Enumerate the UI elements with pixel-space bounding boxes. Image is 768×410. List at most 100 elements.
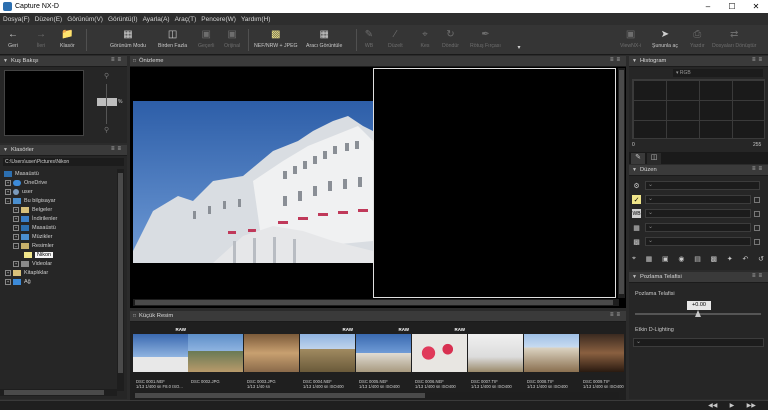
straighten-button[interactable]: ∕ Düzelt: [388, 27, 403, 53]
viewnx-button[interactable]: ▣ ViewNX-i: [620, 27, 641, 53]
tree-item-documents[interactable]: + Belgeler: [13, 205, 52, 214]
collapse-icon[interactable]: ▼: [632, 58, 637, 64]
thumbnail-item[interactable]: RAW DSC 0001.NEF 1/13 1/400 sn F8.0 ISO.…: [133, 326, 188, 389]
format-button[interactable]: ▩ NEF/NRW + JPEG: [254, 27, 298, 53]
lens-tool-icon[interactable]: ◉: [678, 255, 684, 266]
tree-item-network[interactable]: + Ağ: [5, 277, 31, 286]
forward-button[interactable]: → İleri: [34, 27, 48, 53]
panel-menu-icon[interactable]: ≡≡: [752, 273, 765, 279]
close-button[interactable]: ✕: [744, 0, 768, 13]
settings-dropdown[interactable]: ⌄: [645, 181, 760, 190]
wb-dropdown[interactable]: ⌄: [645, 209, 751, 218]
crop-tool-icon[interactable]: ⌖: [632, 255, 636, 266]
tree-item-desktop-2[interactable]: + Masaüstü: [13, 223, 56, 232]
expand-icon[interactable]: +: [5, 269, 11, 276]
maximize-button[interactable]: ☐: [720, 0, 744, 13]
tree-item-music[interactable]: + Müzikler: [13, 232, 52, 241]
collapse-icon[interactable]: ▼: [3, 58, 8, 64]
viewer-hscrollbar[interactable]: [133, 299, 619, 306]
crop-button[interactable]: ⌖ Kes: [418, 27, 432, 53]
exposure-slider[interactable]: [635, 310, 761, 317]
grid-tool-icon[interactable]: ▦: [646, 255, 653, 266]
thumbnail-item[interactable]: RAW DSC 0005.NEF 1/13 1/400 sn ISO400: [356, 326, 411, 389]
rotate-button[interactable]: ↻ Döndür: [442, 27, 459, 53]
folders-scrollbar[interactable]: [117, 169, 124, 391]
thumbnail-item[interactable]: DSC 0007.TIF 1/13 1/400 sn ISO400: [468, 326, 523, 389]
camera-dropdown[interactable]: ⌄: [645, 237, 751, 246]
tone-dropdown[interactable]: ⌄: [645, 223, 751, 232]
panel-menu-icon[interactable]: ≡≡: [111, 57, 124, 63]
thumbnail-item[interactable]: DSC 0003.JPG 1/13 1/40 sn: [244, 326, 299, 389]
original-button[interactable]: ▣ Orijinal: [224, 27, 240, 53]
menu-window[interactable]: Pencere(W): [201, 16, 236, 23]
folder-button[interactable]: 📁 Klasör: [60, 27, 75, 53]
expand-icon[interactable]: +: [5, 179, 11, 186]
zoom-field[interactable]: [97, 98, 117, 106]
tab-edit[interactable]: ✎: [631, 153, 645, 164]
collapse-icon[interactable]: □: [133, 313, 136, 319]
navigator-preview[interactable]: [4, 70, 84, 136]
panel-menu-icon[interactable]: ≡≡: [752, 166, 765, 172]
tree-item-onedrive[interactable]: + OneDrive: [5, 178, 47, 187]
histogram-channel-select[interactable]: ▾ RGB: [673, 69, 763, 77]
menu-help[interactable]: Yardım(H): [241, 16, 271, 23]
back-button[interactable]: ← Geri: [6, 27, 20, 53]
picture-control-dropdown[interactable]: ⌄: [645, 195, 751, 204]
perspective-tool-icon[interactable]: ▣: [662, 255, 669, 266]
expand-icon[interactable]: +: [13, 260, 19, 267]
tree-item-pictures[interactable]: – Resimler: [13, 241, 54, 250]
adjust-row-settings[interactable]: ⚙ ⌄: [632, 180, 760, 191]
adjust-row-picture-control[interactable]: ✓ ⌄: [632, 194, 760, 205]
wb-checkbox[interactable]: [754, 210, 760, 217]
zoom-in-icon[interactable]: ⚲: [104, 72, 109, 80]
viewer-vscrollbar[interactable]: [618, 68, 625, 298]
menu-file[interactable]: Dosya(F): [3, 16, 30, 23]
panel-menu-icon[interactable]: ≡≡: [111, 146, 124, 152]
tree-item-downloads[interactable]: + İndirilenler: [13, 214, 57, 223]
panel-menu-icon[interactable]: ≡≡: [610, 312, 623, 318]
print-button[interactable]: ⎙ Yazdır: [690, 27, 705, 53]
filter-tool-icon[interactable]: ▤: [694, 255, 701, 266]
tree-item-videos[interactable]: + Videolar: [13, 259, 52, 268]
open-with-button[interactable]: ➤ Şununla aç: [652, 27, 678, 53]
folder-path-field[interactable]: C:\Users\user\Pictures\Nikon: [3, 158, 124, 166]
thumbnail-item[interactable]: RAW DSC 0006.NEF 1/13 1/400 sn ISO400: [412, 326, 467, 389]
collapse-icon[interactable]: ▼: [632, 274, 637, 280]
camera-checkbox[interactable]: [754, 238, 760, 245]
convert-files-button[interactable]: ⇄ Dosyaları Dönüştür: [712, 27, 756, 53]
panel-menu-icon[interactable]: ≡≡: [610, 57, 623, 63]
current-button[interactable]: ▣ Geçerli: [198, 27, 214, 53]
menu-adjust[interactable]: Ayarla(A): [143, 16, 170, 23]
collapse-tree-icon[interactable]: –: [13, 242, 19, 249]
undo-icon[interactable]: ↶: [742, 255, 748, 266]
minimize-button[interactable]: –: [696, 0, 720, 13]
wand-tool-icon[interactable]: ✦: [727, 255, 733, 266]
collapse-tree-icon[interactable]: –: [5, 197, 11, 204]
menu-image[interactable]: Görüntü(I): [108, 16, 138, 23]
zoom-slider[interactable]: [106, 84, 107, 124]
menu-edit[interactable]: Düzen(E): [35, 16, 62, 23]
play-icon[interactable]: ▶: [730, 402, 735, 410]
exposure-value-field[interactable]: +0.00: [687, 301, 711, 310]
thumbnail-item[interactable]: DSC 0009.TIF 1/13 1/400 sn ISO400: [580, 326, 624, 389]
expand-icon[interactable]: +: [13, 206, 19, 213]
expand-icon[interactable]: +: [13, 233, 19, 240]
expand-icon[interactable]: +: [13, 224, 19, 231]
panel-menu-icon[interactable]: ≡≡: [752, 57, 765, 63]
view-mode-button[interactable]: ▦ Görünüm Modu: [110, 27, 146, 53]
adjust-row-camera[interactable]: ▩ ⌄: [632, 236, 760, 247]
expand-icon[interactable]: +: [5, 278, 11, 285]
wb-button[interactable]: ✎ WB: [362, 27, 376, 53]
thumbnail-item[interactable]: RAW DSC 0004.NEF 1/13 1/400 sn ISO400: [300, 326, 355, 389]
tree-item-this-pc[interactable]: – Bu bilgisayar: [5, 196, 56, 205]
main-image[interactable]: [133, 101, 373, 263]
tool-view-button[interactable]: ▦ Aracı Görüntüle: [306, 27, 342, 53]
expand-icon[interactable]: +: [5, 188, 11, 195]
compare-frame[interactable]: [373, 68, 616, 298]
retouch-brush-button[interactable]: ✒ Rötuş Fırçası: [470, 27, 501, 53]
dlighting-dropdown[interactable]: ⌄: [633, 338, 764, 347]
tab-info[interactable]: ◫: [647, 153, 661, 164]
toolbar-more-button[interactable]: ▾: [512, 27, 526, 53]
adjust-row-wb[interactable]: WB ⌄: [632, 208, 760, 219]
tree-item-nikon[interactable]: Nikon: [24, 250, 54, 259]
